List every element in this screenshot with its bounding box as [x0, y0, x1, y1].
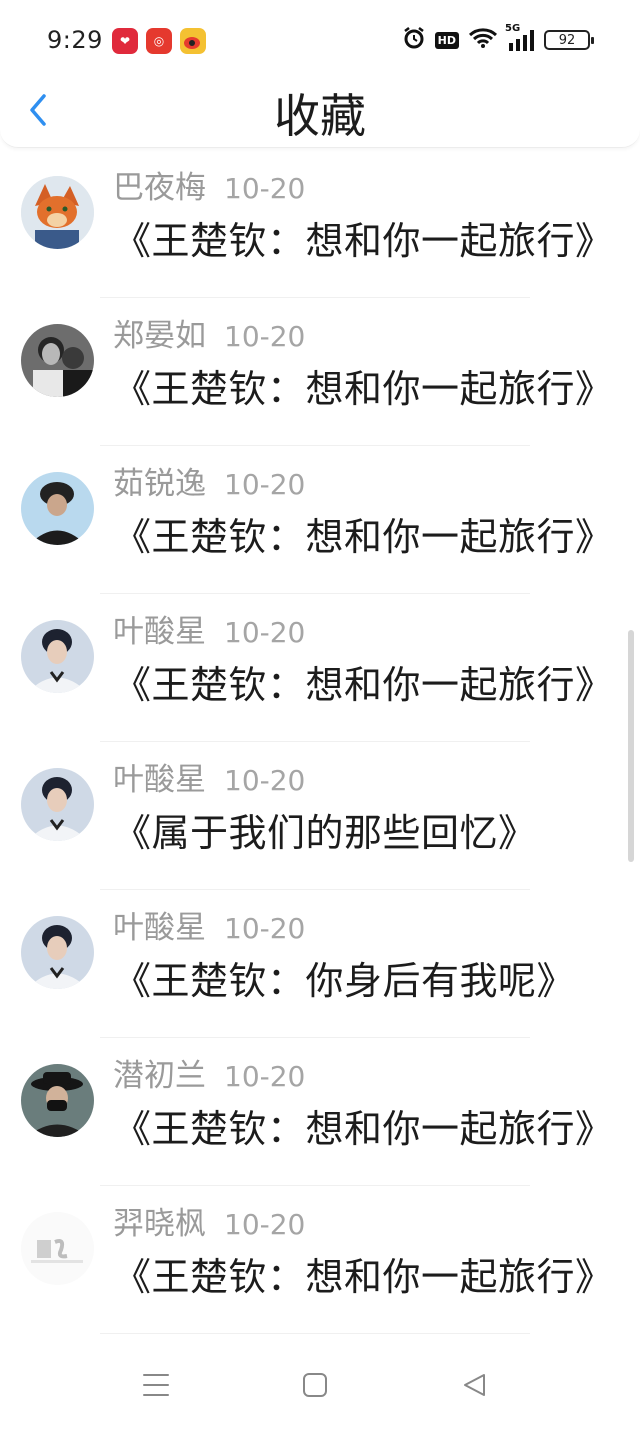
- status-time: 9:29: [47, 26, 103, 54]
- favorites-list: 巴夜梅 10-20 《王楚钦：想和你一起旅行》 郑晏如 10-20 《王楚钦：想和你…: [0, 150, 640, 1334]
- post-title[interactable]: 《王楚钦：想和你一起旅行》: [113, 506, 614, 561]
- weibo-icon: [180, 28, 206, 54]
- list-item[interactable]: 叶酸星 10-20 《王楚钦：你身后有我呢》: [0, 890, 640, 1038]
- system-nav-bar: [0, 1339, 640, 1429]
- wifi-icon: [468, 27, 498, 53]
- light-avatar[interactable]: [21, 1212, 94, 1285]
- list-item[interactable]: 潜初兰 10-20 《王楚钦：想和你一起旅行》: [0, 1038, 640, 1186]
- signal-icon: 5G: [505, 23, 535, 51]
- item-date: 10-20: [224, 1208, 306, 1241]
- system-status: HD 5G 92: [402, 23, 594, 54]
- battery-indicator: 92: [544, 30, 594, 50]
- list-item[interactable]: 茹锐逸 10-20 《王楚钦：想和你一起旅行》: [0, 446, 640, 594]
- hat-avatar[interactable]: [21, 472, 94, 545]
- item-author-line: 茹锐逸 10-20: [113, 458, 305, 503]
- status-bar: 9:29 ❤ ◎ HD 5G 92: [0, 0, 640, 80]
- item-author-line: 潜初兰 10-20: [113, 1050, 305, 1095]
- page-title: 收藏: [274, 89, 366, 143]
- item-author-line: 叶酸星 10-20: [113, 902, 305, 947]
- home-square-icon: [303, 1373, 327, 1397]
- item-date: 10-20: [224, 172, 306, 205]
- back-triangle-icon: [464, 1374, 485, 1396]
- menu-button[interactable]: [138, 1367, 174, 1403]
- back-nav-button[interactable]: [456, 1367, 492, 1403]
- menu-icon: [143, 1374, 169, 1396]
- music-app-icon: ◎: [146, 28, 172, 54]
- item-date: 10-20: [224, 764, 306, 797]
- item-date: 10-20: [224, 320, 306, 353]
- divider: [100, 1333, 530, 1334]
- item-date: 10-20: [224, 1060, 306, 1093]
- page-header: 收藏: [0, 72, 640, 148]
- author-name: 郑晏如: [113, 318, 206, 354]
- author-name: 茹锐逸: [113, 466, 206, 502]
- network-type: 5G: [505, 23, 521, 34]
- author-name: 巴夜梅: [113, 170, 206, 206]
- alarm-icon: [402, 26, 426, 54]
- scrollbar[interactable]: [628, 630, 634, 862]
- list-item[interactable]: 羿晓枫 10-20 《王楚钦：想和你一起旅行》: [0, 1186, 640, 1334]
- item-date: 10-20: [224, 616, 306, 649]
- author-name: 叶酸星: [113, 762, 206, 798]
- person-avatar[interactable]: [21, 620, 94, 693]
- list-item[interactable]: 郑晏如 10-20 《王楚钦：想和你一起旅行》: [0, 298, 640, 446]
- item-author-line: 巴夜梅 10-20: [113, 162, 305, 207]
- item-author-line: 叶酸星 10-20: [113, 754, 305, 799]
- fox-avatar[interactable]: [21, 176, 94, 249]
- item-date: 10-20: [224, 468, 306, 501]
- post-title[interactable]: 《王楚钦：想和你一起旅行》: [113, 1246, 614, 1301]
- app-notification-icon: ❤: [112, 28, 138, 54]
- post-title[interactable]: 《王楚钦：你身后有我呢》: [113, 950, 575, 1005]
- person-avatar[interactable]: [21, 916, 94, 989]
- item-author-line: 郑晏如 10-20: [113, 310, 305, 355]
- item-author-line: 叶酸星 10-20: [113, 606, 305, 651]
- author-name: 潜初兰: [113, 1058, 206, 1094]
- post-title[interactable]: 《属于我们的那些回忆》: [113, 802, 537, 857]
- author-name: 叶酸星: [113, 910, 206, 946]
- mask-avatar[interactable]: [21, 1064, 94, 1137]
- item-date: 10-20: [224, 912, 306, 945]
- author-name: 羿晓枫: [113, 1206, 206, 1242]
- list-item[interactable]: 巴夜梅 10-20 《王楚钦：想和你一起旅行》: [0, 150, 640, 298]
- post-title[interactable]: 《王楚钦：想和你一起旅行》: [113, 654, 614, 709]
- person-avatar[interactable]: [21, 768, 94, 841]
- item-author-line: 羿晓枫 10-20: [113, 1198, 305, 1243]
- notification-icons: ❤ ◎: [112, 28, 206, 54]
- list-item[interactable]: 叶酸星 10-20 《王楚钦：想和你一起旅行》: [0, 594, 640, 742]
- post-title[interactable]: 《王楚钦：想和你一起旅行》: [113, 210, 614, 265]
- author-name: 叶酸星: [113, 614, 206, 650]
- home-button[interactable]: [297, 1367, 333, 1403]
- bw-photo-avatar[interactable]: [21, 324, 94, 397]
- post-title[interactable]: 《王楚钦：想和你一起旅行》: [113, 358, 614, 413]
- hd-badge: HD: [434, 31, 459, 49]
- list-item[interactable]: 叶酸星 10-20 《属于我们的那些回忆》: [0, 742, 640, 890]
- post-title[interactable]: 《王楚钦：想和你一起旅行》: [113, 1098, 614, 1153]
